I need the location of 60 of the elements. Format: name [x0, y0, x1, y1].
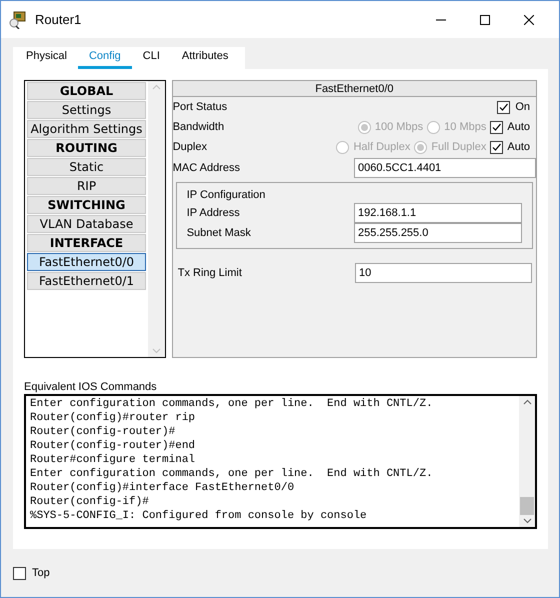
- console-line: Router(config-router)#end: [30, 439, 196, 453]
- option-label: 10 Mbps: [444, 120, 486, 135]
- console-line: Router(config-router)#: [30, 425, 176, 439]
- section-header: ROUTING: [27, 139, 146, 157]
- chevron-up-icon[interactable]: [522, 399, 532, 405]
- field-label: MAC Address: [172, 160, 241, 176]
- console-label: Equivalent IOS Commands: [24, 381, 158, 394]
- console-line: %SYS-5-CONFIG_I: Configured from console by console: [30, 509, 368, 523]
- input-field[interactable]: 255.255.255.0: [354, 223, 522, 243]
- field-label: Subnet Mask: [186, 226, 252, 241]
- checkbox-label: Auto: [507, 120, 530, 135]
- checkbox[interactable]: [497, 100, 510, 114]
- checkbox-label: Top: [32, 566, 50, 581]
- top-checkbox[interactable]: [13, 566, 26, 580]
- group-title: IP Configuration: [186, 188, 266, 203]
- radio-button[interactable]: [358, 120, 371, 134]
- console-line: Router(config)#interface FastEthernet0/0: [30, 481, 296, 495]
- sidebar-item[interactable]: Settings: [27, 101, 146, 119]
- sidebar-item[interactable]: VLAN Database: [27, 215, 146, 233]
- router-icon: [9, 10, 27, 28]
- console-line: Router(config)#router rip: [30, 411, 196, 425]
- section-header: SWITCHING: [27, 196, 146, 214]
- option-label: Half Duplex: [353, 140, 410, 155]
- tab[interactable]: CLI: [132, 47, 171, 69]
- section-header: GLOBAL: [27, 82, 146, 100]
- tab[interactable]: Physical: [15, 47, 78, 69]
- console-line: Enter configuration commands, one per line. End with CNTL/Z.: [30, 467, 434, 481]
- sidebar-item[interactable]: FastEthernet0/0: [27, 253, 146, 271]
- sidebar-item[interactable]: Algorithm Settings: [27, 120, 146, 138]
- close-icon: [524, 14, 534, 24]
- field-label: Tx Ring Limit: [178, 266, 243, 281]
- maximize-icon: [480, 14, 490, 24]
- tab[interactable]: Attributes: [170, 47, 240, 69]
- console-line: Router#configure terminal: [30, 453, 196, 467]
- section-header: INTERFACE: [27, 234, 146, 252]
- checkbox[interactable]: [490, 120, 504, 134]
- window-title: Router1: [35, 10, 82, 29]
- console-line: Router(config-if)#: [30, 495, 150, 509]
- field-label: Bandwidth: [172, 120, 224, 135]
- option-label: 100 Mbps: [374, 120, 424, 135]
- radio-button[interactable]: [414, 140, 428, 154]
- sidebar-item[interactable]: FastEthernet0/1: [27, 272, 146, 290]
- field-label: Port Status: [172, 100, 228, 115]
- sidebar-item[interactable]: Static: [27, 158, 146, 176]
- field-label: Duplex: [172, 140, 207, 155]
- field-label: IP Address: [186, 206, 241, 221]
- panel-header: FastEthernet0/0: [172, 81, 536, 97]
- checkbox-label: On: [515, 100, 530, 115]
- input-field[interactable]: 0060.5CC1.4401: [354, 158, 536, 178]
- input-field[interactable]: 192.168.1.1: [354, 203, 522, 223]
- radio-button[interactable]: [336, 140, 350, 154]
- input-field[interactable]: 10: [355, 263, 532, 283]
- option-label: Full Duplex: [431, 140, 486, 155]
- chevron-down-icon[interactable]: [522, 518, 532, 524]
- console-line: Enter configuration commands, one per line. End with CNTL/Z.: [30, 397, 434, 411]
- scroll-thumb[interactable]: [520, 497, 534, 515]
- checkbox-label: Auto: [507, 140, 530, 155]
- sidebar-item[interactable]: RIP: [27, 177, 146, 195]
- checkbox[interactable]: [490, 140, 504, 154]
- radio-button[interactable]: [427, 120, 440, 134]
